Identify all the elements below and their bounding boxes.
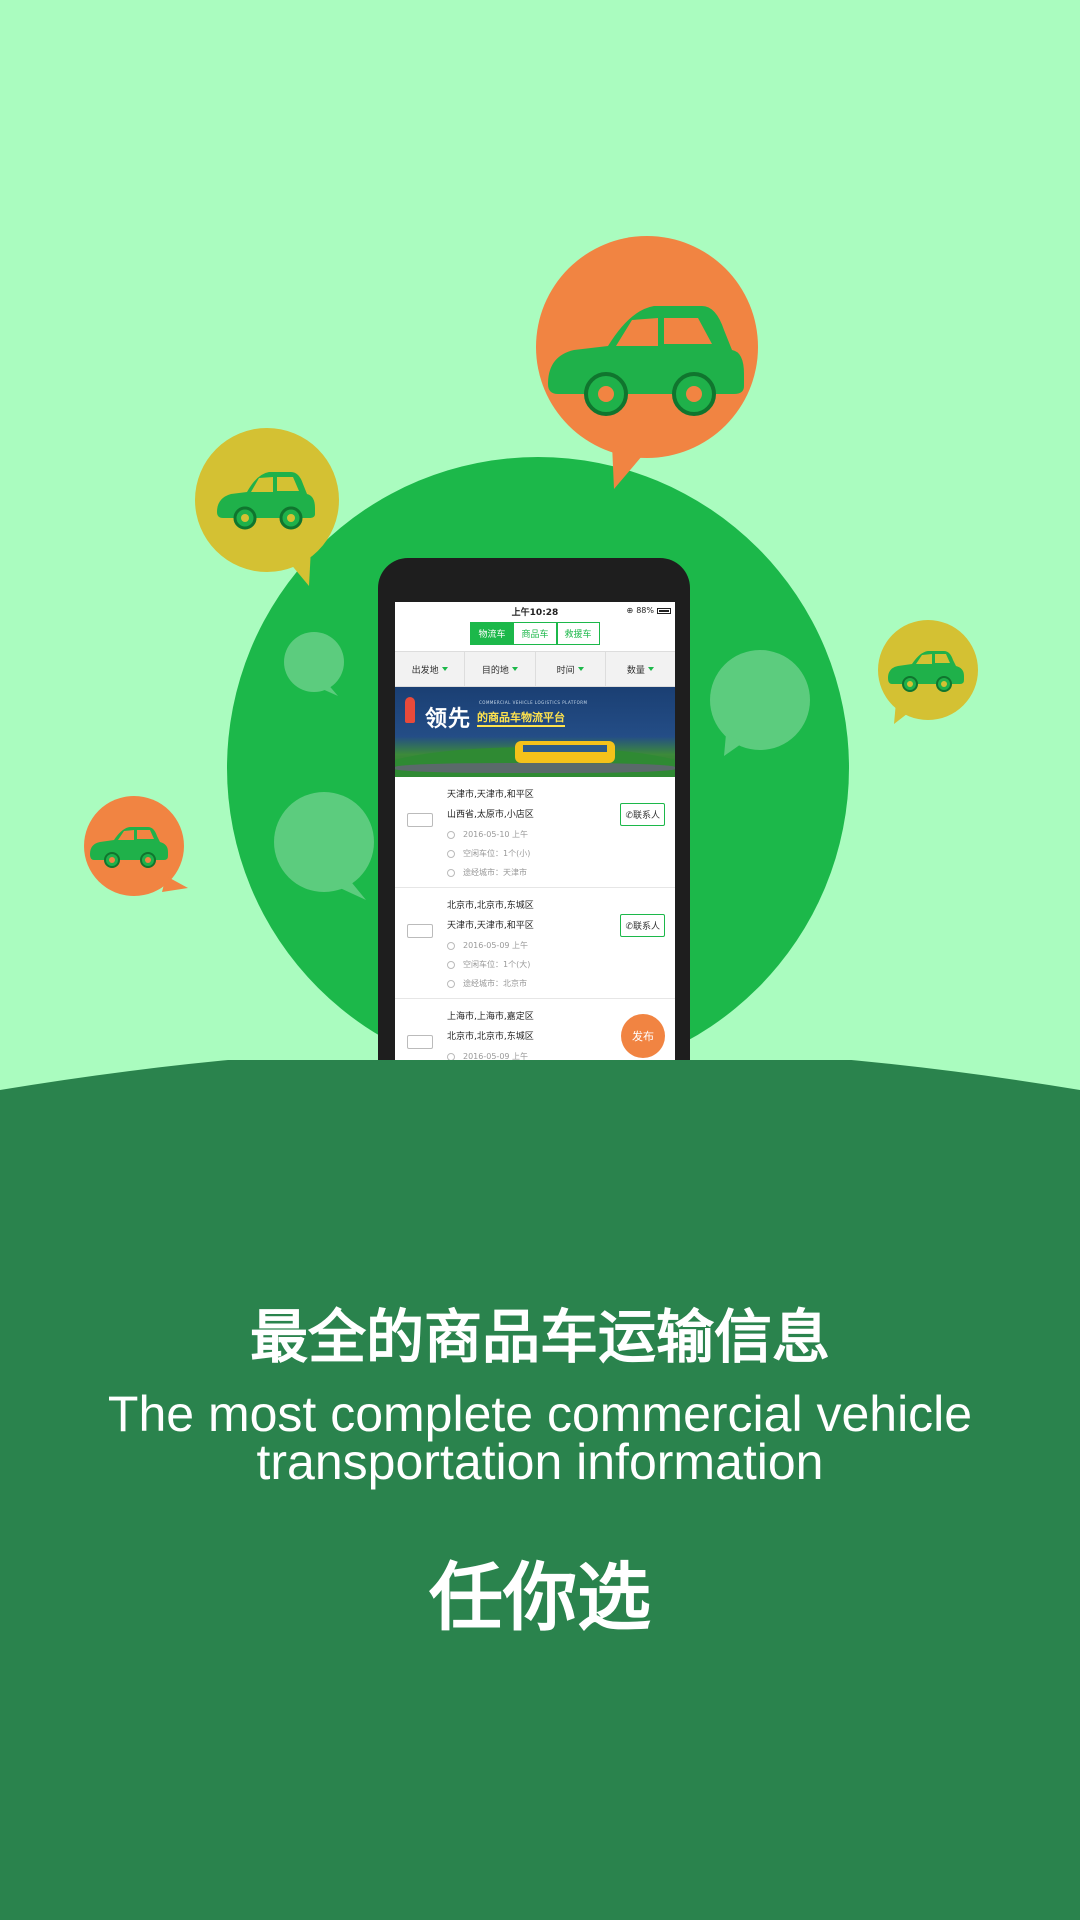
- truck-icon: [407, 813, 433, 827]
- contact-label: 联系人: [632, 922, 660, 932]
- phone-mockup: 上午10:28 ⊕ 88% 物流车 商品车 救援车 出发地 目的地 时间 数量 …: [378, 558, 690, 1098]
- listing-date-text: 2016-05-10 上午: [463, 830, 529, 839]
- battery-icon: [657, 607, 671, 614]
- promo-banner[interactable]: 领先 COMMERCIAL VEHICLE LOGISTICS PLATFORM…: [395, 687, 675, 777]
- seat-icon: [447, 960, 455, 969]
- car-bubble-orange-small: [84, 796, 188, 896]
- listing-via-text: 途经城市：北京市: [463, 979, 527, 988]
- battery-percent: 88%: [636, 606, 654, 615]
- contact-button[interactable]: ✆联系人: [620, 914, 665, 937]
- filter-origin[interactable]: 出发地: [395, 652, 466, 686]
- car-bubble-large-orange: [536, 236, 758, 489]
- seat-icon: [447, 849, 455, 858]
- listing-via: 途经城市：北京市: [447, 974, 675, 993]
- filter-destination-label: 目的地: [481, 665, 509, 676]
- dropdown-arrow-icon: [441, 667, 448, 671]
- banner-title: 领先: [425, 707, 472, 732]
- listing-date: 2016-05-09 上午: [447, 936, 675, 955]
- banner-small-text: COMMERCIAL VEHICLE LOGISTICS PLATFORM: [479, 700, 588, 705]
- tab-rescue-vehicle[interactable]: 救援车: [556, 622, 600, 645]
- list-item[interactable]: 天津市,天津市,和平区 山西省,太原市,小店区 2016-05-10 上午 空闲…: [395, 777, 675, 888]
- filter-time[interactable]: 时间: [536, 652, 606, 686]
- filter-time-label: 时间: [556, 665, 575, 676]
- car-carrier-truck-icon: [515, 741, 615, 763]
- faint-bubble-left: [284, 632, 344, 696]
- phone-screen: 上午10:28 ⊕ 88% 物流车 商品车 救援车 出发地 目的地 时间 数量 …: [395, 602, 675, 1082]
- listing-seats-text: 空闲车位：1个(小): [463, 849, 531, 858]
- listing-via: 途经城市：天津市: [447, 863, 675, 882]
- banner-road: [395, 763, 675, 773]
- status-bar: 上午10:28 ⊕ 88%: [395, 602, 675, 620]
- headline-english-line1: The most complete commercial vehicle: [107, 1386, 973, 1442]
- filter-bar: 出发地 目的地 时间 数量: [395, 651, 675, 687]
- listing-seats: 空闲车位：1个(大): [447, 955, 675, 974]
- dropdown-arrow-icon: [577, 667, 584, 671]
- filter-destination[interactable]: 目的地: [465, 652, 536, 686]
- dropdown-arrow-icon: [511, 667, 518, 671]
- listing-seats-text: 空闲车位：1个(大): [463, 960, 531, 969]
- orientation-lock-icon: ⊕: [626, 606, 634, 615]
- headline-english: The most complete commercial vehicle tra…: [0, 1386, 1080, 1490]
- clock-icon: [447, 941, 455, 950]
- tab-commercial-vehicle[interactable]: 商品车: [513, 622, 557, 645]
- list-item[interactable]: 北京市,北京市,东城区 天津市,天津市,和平区 2016-05-09 上午 空闲…: [395, 888, 675, 999]
- headline-chinese: 最全的商品车运输信息: [249, 1303, 830, 1371]
- publish-button[interactable]: 发布: [621, 1014, 665, 1058]
- listing-from: 天津市,天津市,和平区: [447, 790, 534, 800]
- faint-bubble-right: [710, 650, 810, 756]
- listing-from: 北京市,北京市,东城区: [447, 901, 534, 911]
- clock-icon: [447, 830, 455, 839]
- truck-icon: [407, 1035, 433, 1049]
- status-time: 上午10:28: [511, 607, 559, 618]
- city-icon: [447, 979, 455, 988]
- listing-via-text: 途经城市：天津市: [463, 868, 527, 877]
- filter-quantity-label: 数量: [626, 665, 645, 676]
- rocket-icon: [405, 697, 415, 723]
- phone-icon: ✆: [625, 922, 633, 932]
- headline-chinese-tagline: 任你选: [429, 1555, 651, 1641]
- truck-icon: [407, 924, 433, 938]
- listing-seats: 空闲车位：1个(小): [447, 844, 675, 863]
- headline-english-line2: transportation information: [256, 1434, 824, 1490]
- contact-label: 联系人: [632, 811, 660, 821]
- phone-icon: ✆: [625, 811, 633, 821]
- listing-date: 2016-05-10 上午: [447, 825, 675, 844]
- tab-logistics-vehicle[interactable]: 物流车: [470, 622, 514, 645]
- faint-bubble-lower-left: [274, 792, 374, 900]
- city-icon: [447, 868, 455, 877]
- listing-date-text: 2016-05-09 上午: [463, 941, 529, 950]
- car-bubble-yellow-right: [878, 620, 978, 724]
- vehicle-type-tabs: 物流车 商品车 救援车: [395, 622, 675, 645]
- bottom-band: [0, 1060, 1080, 1920]
- filter-quantity[interactable]: 数量: [606, 652, 675, 686]
- contact-button[interactable]: ✆联系人: [620, 803, 665, 826]
- banner-subtitle: 的商品车物流平台: [477, 709, 565, 727]
- car-bubble-yellow-left: [195, 428, 339, 586]
- filter-origin-label: 出发地: [411, 665, 439, 676]
- dropdown-arrow-icon: [647, 667, 654, 671]
